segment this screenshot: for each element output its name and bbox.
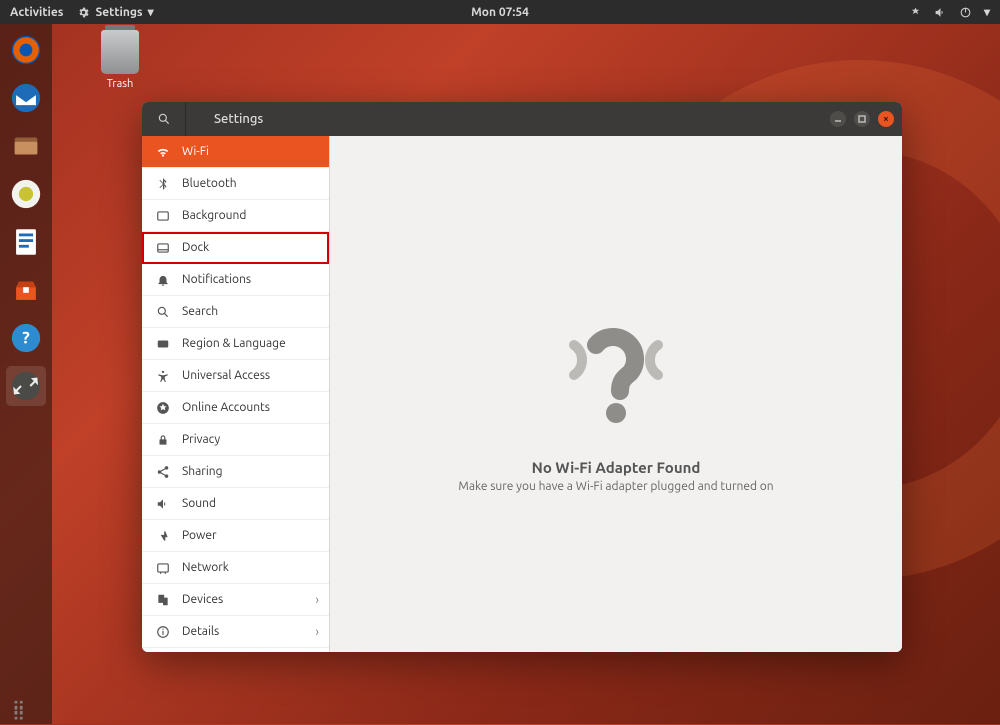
power-icon (156, 529, 170, 543)
dock-help[interactable]: ? (6, 318, 46, 358)
settings-window: Settings × Wi-Fi Bluetooth Background Dock N… (142, 102, 902, 652)
system-indicators[interactable]: ▾ (909, 5, 990, 19)
sidebar-item-label: Details (182, 625, 219, 638)
maximize-button[interactable] (854, 111, 870, 127)
dock-thunderbird[interactable] (6, 78, 46, 118)
sidebar-item-region[interactable]: Region & Language (142, 328, 329, 360)
online-icon (156, 401, 170, 415)
sidebar-item-sound[interactable]: Sound (142, 488, 329, 520)
app-menu-button[interactable]: Settings ▾ (77, 5, 153, 19)
close-button[interactable]: × (878, 111, 894, 127)
dock-icon (156, 241, 170, 255)
settings-indicator-icon (77, 6, 90, 19)
sidebar-item-power[interactable]: Power (142, 520, 329, 552)
trash-label: Trash (107, 78, 134, 90)
volume-indicator-icon (934, 6, 947, 19)
dock: ? (0, 24, 52, 724)
top-panel: Activities Settings ▾ Mon 07:54 ▾ (0, 0, 1000, 24)
sidebar-item-label: Power (182, 529, 217, 542)
dock-settings[interactable] (6, 366, 46, 406)
no-adapter-illustration (546, 295, 686, 435)
sidebar-item-dock[interactable]: Dock (142, 232, 329, 264)
dock-rhythmbox[interactable] (6, 174, 46, 214)
sidebar-item-online[interactable]: Online Accounts (142, 392, 329, 424)
settings-content: No Wi-Fi Adapter Found Make sure you hav… (330, 136, 902, 652)
sidebar-item-label: Online Accounts (182, 401, 270, 414)
sidebar-item-universal[interactable]: Universal Access (142, 360, 329, 392)
trash-icon (101, 30, 139, 74)
devices-icon (156, 593, 170, 607)
sidebar-item-label: Privacy (182, 433, 220, 446)
sidebar-item-label: Universal Access (182, 369, 270, 382)
chevron-right-icon: › (315, 625, 319, 639)
privacy-icon (156, 433, 170, 447)
sidebar-item-label: Devices (182, 593, 223, 606)
dock-files[interactable] (6, 126, 46, 166)
content-subtext: Make sure you have a Wi-Fi adapter plugg… (458, 480, 773, 493)
search-icon (156, 305, 170, 319)
content-heading: No Wi-Fi Adapter Found (532, 459, 701, 476)
svg-text:?: ? (22, 329, 30, 348)
dropdown-caret-icon: ▾ (148, 5, 154, 19)
power-indicator-icon (959, 6, 972, 19)
region-icon (156, 337, 170, 351)
sound-icon (156, 497, 170, 511)
sidebar-item-details[interactable]: Details › (142, 616, 329, 648)
settings-sidebar: Wi-Fi Bluetooth Background Dock Notification… (142, 136, 330, 652)
search-icon (157, 112, 171, 126)
desktop-trash[interactable]: Trash (88, 30, 152, 90)
share-icon (156, 465, 170, 479)
details-icon (156, 625, 170, 639)
sidebar-item-network[interactable]: Network (142, 552, 329, 584)
sidebar-item-label: Bluetooth (182, 177, 237, 190)
activities-button[interactable]: Activities (10, 6, 63, 19)
sidebar-item-label: Network (182, 561, 229, 574)
bluetooth-icon (156, 177, 170, 191)
clock[interactable]: Mon 07:54 (471, 6, 529, 19)
background-icon (156, 209, 170, 223)
network-indicator-icon (909, 6, 922, 19)
sidebar-item-label: Sharing (182, 465, 223, 478)
bell-icon (156, 273, 170, 287)
sidebar-item-label: Search (182, 305, 218, 318)
sidebar-item-notifications[interactable]: Notifications (142, 264, 329, 296)
chevron-right-icon: › (315, 593, 319, 607)
sidebar-item-devices[interactable]: Devices › (142, 584, 329, 616)
sidebar-item-label: Notifications (182, 273, 251, 286)
dropdown-caret-icon: ▾ (984, 5, 990, 19)
sidebar-item-privacy[interactable]: Privacy (142, 424, 329, 456)
sidebar-item-label: Background (182, 209, 246, 222)
dock-firefox[interactable] (6, 30, 46, 70)
minimize-icon (834, 115, 842, 123)
dock-libreoffice[interactable] (6, 222, 46, 262)
close-icon: × (883, 114, 889, 124)
wifi-icon (156, 145, 170, 159)
search-button[interactable] (142, 102, 186, 136)
minimize-button[interactable] (830, 111, 846, 127)
sidebar-item-label: Dock (182, 241, 209, 254)
network-icon (156, 561, 170, 575)
sidebar-item-bluetooth[interactable]: Bluetooth (142, 168, 329, 200)
sidebar-item-wifi[interactable]: Wi-Fi (142, 136, 329, 168)
universal-icon (156, 369, 170, 383)
maximize-icon (858, 115, 866, 123)
sidebar-item-background[interactable]: Background (142, 200, 329, 232)
dock-software[interactable] (6, 270, 46, 310)
sidebar-item-label: Sound (182, 497, 216, 510)
sidebar-item-label: Wi-Fi (182, 145, 209, 158)
sidebar-item-label: Region & Language (182, 337, 286, 350)
sidebar-item-search[interactable]: Search (142, 296, 329, 328)
window-title: Settings (214, 112, 263, 126)
window-titlebar[interactable]: Settings × (142, 102, 902, 136)
sidebar-item-sharing[interactable]: Sharing (142, 456, 329, 488)
